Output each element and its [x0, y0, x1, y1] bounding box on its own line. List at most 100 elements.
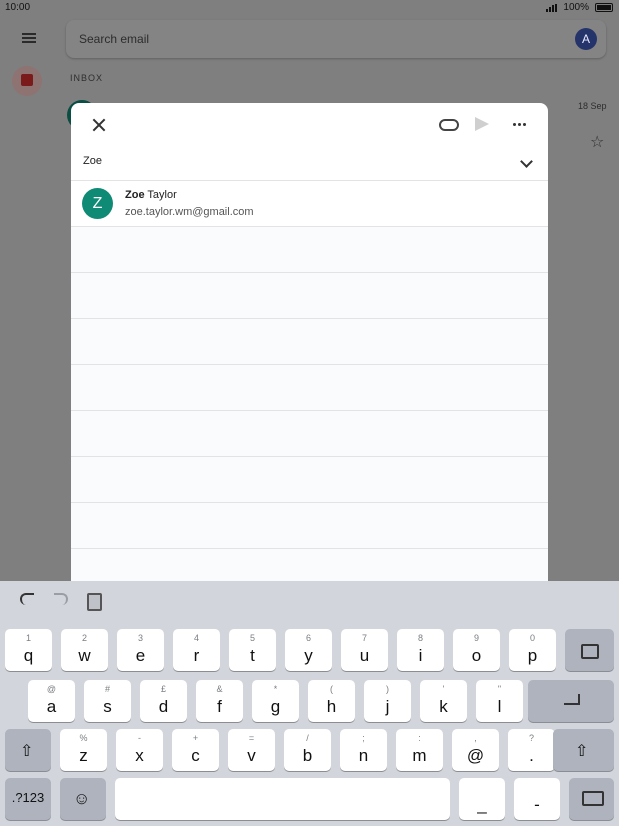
key-label: h: [326, 697, 337, 716]
key-secondary-label: ): [386, 684, 389, 694]
key-p[interactable]: 0p: [509, 629, 556, 671]
key-t[interactable]: 5t: [229, 629, 276, 671]
space-key[interactable]: [115, 778, 450, 820]
emoji-icon: ☺: [73, 789, 91, 808]
attachment-icon[interactable]: [439, 119, 459, 131]
menu-icon[interactable]: [22, 33, 36, 43]
contact-suggestion[interactable]: Z Zoe Taylor zoe.taylor.wm@gmail.com: [71, 181, 548, 227]
key-secondary-label: ": [497, 684, 502, 694]
key-u[interactable]: 7u: [341, 629, 388, 671]
key-w[interactable]: 2w: [61, 629, 108, 671]
key-secondary-label: &: [216, 684, 223, 694]
key-e[interactable]: 3e: [117, 629, 164, 671]
inbox-icon[interactable]: [12, 66, 42, 96]
key-c[interactable]: + c: [172, 729, 219, 771]
key-m[interactable]: :m: [396, 729, 443, 771]
key-secondary-label: *: [273, 684, 278, 694]
more-options-icon[interactable]: [513, 123, 526, 126]
list-item: [71, 549, 548, 581]
paste-icon[interactable]: [87, 593, 102, 611]
list-item: [71, 365, 548, 411]
emoji-key[interactable]: ☺: [60, 778, 106, 820]
key-underscore[interactable]: _: [459, 778, 505, 820]
key-period[interactable]: ?.: [508, 729, 555, 771]
key-h[interactable]: (h: [308, 680, 355, 722]
numbers-key[interactable]: .?123: [5, 778, 51, 820]
chevron-down-icon[interactable]: [520, 155, 533, 168]
key-secondary-label: 2: [81, 633, 87, 643]
inbox-label: INBOX: [70, 73, 104, 83]
key-f[interactable]: & f: [196, 680, 243, 722]
key-label: b: [302, 746, 313, 765]
key-r[interactable]: 4r: [173, 629, 220, 671]
key-secondary-label: ,: [474, 733, 477, 743]
key-secondary-label: -: [138, 733, 141, 743]
key-l[interactable]: " l: [476, 680, 523, 722]
shift-key-left[interactable]: ⇧: [5, 729, 51, 771]
list-item: [71, 503, 548, 549]
key-k[interactable]: ' k: [420, 680, 467, 722]
contact-last-name: Taylor: [147, 189, 177, 201]
key-label: e: [135, 646, 146, 665]
redo-icon[interactable]: [54, 593, 68, 605]
key-label: o: [471, 646, 482, 665]
list-item: [71, 227, 548, 273]
key-secondary-label: :: [418, 733, 421, 743]
list-item: [71, 273, 548, 319]
key-o[interactable]: 9o: [453, 629, 500, 671]
key-a[interactable]: @ a: [28, 680, 75, 722]
return-key[interactable]: [528, 680, 614, 722]
key-j[interactable]: ) j: [364, 680, 411, 722]
key-v[interactable]: = v: [228, 729, 275, 771]
list-item: [71, 457, 548, 503]
key-secondary-label: #: [104, 684, 110, 694]
status-time: 10:00: [5, 2, 31, 13]
key-secondary-label: 5: [249, 633, 255, 643]
battery-icon: [595, 3, 613, 12]
account-avatar[interactable]: A: [575, 28, 597, 50]
key-label: l: [497, 697, 502, 716]
key-label: w: [78, 646, 91, 665]
key-z[interactable]: % z: [60, 729, 107, 771]
key-g[interactable]: * g: [252, 680, 299, 722]
return-icon: [564, 694, 580, 705]
shift-key-right[interactable]: ⇧: [553, 729, 614, 771]
key-secondary-label: ;: [362, 733, 365, 743]
to-input[interactable]: [83, 155, 483, 167]
key-y[interactable]: 6y: [285, 629, 332, 671]
key-label: i: [418, 646, 423, 665]
key-n[interactable]: ; n: [340, 729, 387, 771]
key-label: d: [158, 697, 169, 716]
key-d[interactable]: £ d: [140, 680, 187, 722]
undo-icon[interactable]: [20, 593, 34, 605]
email-date: 18 Sep: [578, 101, 607, 111]
key-q[interactable]: 1q: [5, 629, 52, 671]
key-secondary-label: 7: [361, 633, 367, 643]
key-dash[interactable]: -: [514, 778, 560, 820]
key-label: y: [304, 646, 313, 665]
shift-icon: ⇧: [20, 743, 34, 760]
key-x[interactable]: -x: [116, 729, 163, 771]
key-secondary-label: £: [160, 684, 166, 694]
contact-email: zoe.taylor.wm@gmail.com: [125, 206, 254, 218]
key-at[interactable]: , @: [452, 729, 499, 771]
close-icon[interactable]: [91, 117, 107, 133]
star-icon[interactable]: ☆: [590, 132, 604, 152]
key-secondary-label: ?: [528, 733, 534, 743]
send-icon[interactable]: [475, 117, 489, 131]
contact-first-name: Zoe: [125, 189, 145, 201]
key-label: @: [466, 746, 485, 765]
key-secondary-label: 8: [417, 633, 423, 643]
key-secondary-label: 3: [137, 633, 143, 643]
search-bar[interactable]: Search email A: [66, 20, 606, 58]
key-label: r: [193, 646, 200, 665]
key-s[interactable]: # s: [84, 680, 131, 722]
key-label: k: [439, 697, 448, 716]
compose-sheet: Z Zoe Taylor zoe.taylor.wm@gmail.com: [71, 103, 548, 581]
hide-keyboard-key[interactable]: [569, 778, 614, 820]
key-b[interactable]: / b: [284, 729, 331, 771]
key-i[interactable]: 8i: [397, 629, 444, 671]
backspace-key[interactable]: [565, 629, 614, 671]
key-label: .: [529, 746, 534, 765]
keyboard-toolbar: [0, 581, 619, 621]
